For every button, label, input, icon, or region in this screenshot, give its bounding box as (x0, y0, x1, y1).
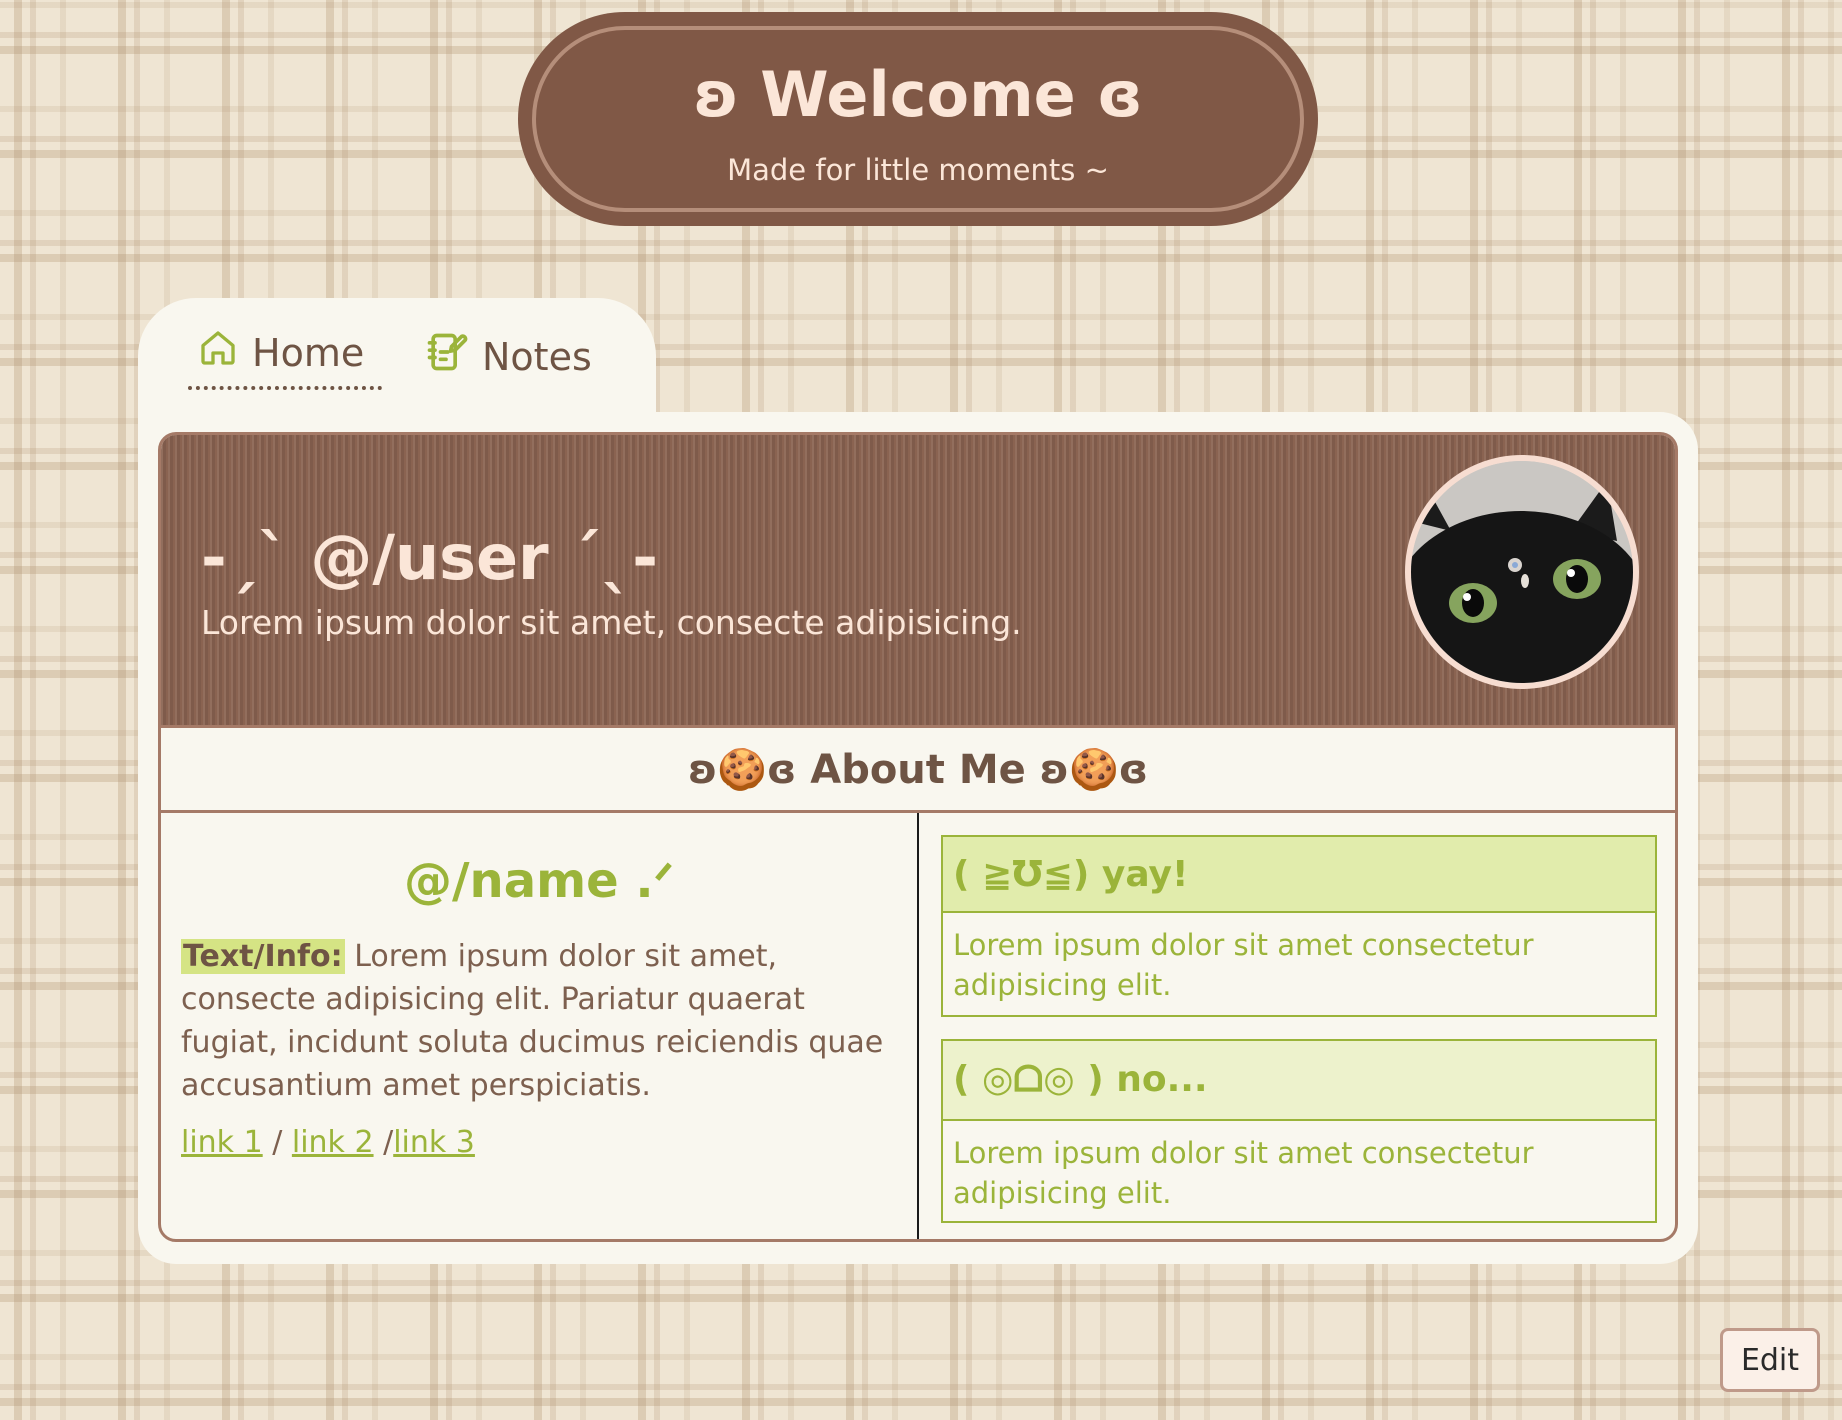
user-handle: -ˏˋ @/user ˊˎ- (201, 521, 658, 594)
tab-home-label: Home (252, 330, 365, 375)
link-separator: / (373, 1125, 394, 1160)
avatar (1405, 455, 1639, 689)
home-icon (198, 328, 252, 377)
no-box: ( ◎ᗝ◎ ) no... Lorem ipsum dolor sit amet… (941, 1039, 1657, 1223)
user-bio: Lorem ipsum dolor sit amet, consecte adi… (201, 603, 1022, 642)
no-title: ( ◎ᗝ◎ ) no... (943, 1041, 1655, 1121)
link-1[interactable]: link 1 (181, 1125, 263, 1160)
link-list: link 1 / link 2 /link 3 (181, 1125, 897, 1160)
link-2[interactable]: link 2 (292, 1125, 374, 1160)
profile-banner: -ˏˋ @/user ˊˎ- Lorem ipsum dolor sit ame… (161, 435, 1675, 728)
welcome-banner: ʚ Welcome ɞ Made for little moments ~ (518, 12, 1318, 226)
about-left-column: @/name .ᐟ Text/Info: Lorem ipsum dolor s… (181, 813, 897, 1160)
black-cat-photo (1411, 461, 1633, 683)
yay-title: ( ≧Ʊ≦) yay! (943, 837, 1655, 913)
link-separator: / (262, 1125, 292, 1160)
info-label: Text/Info: (181, 939, 345, 974)
tab-notes[interactable]: Notes (424, 330, 592, 383)
info-paragraph: Text/Info: Lorem ipsum dolor sit amet, c… (181, 935, 897, 1107)
column-divider (917, 813, 919, 1239)
no-text: Lorem ipsum dolor sit amet consectetur a… (953, 1136, 1534, 1210)
tab-home[interactable]: Home (198, 328, 364, 377)
yay-text: Lorem ipsum dolor sit amet consectetur a… (953, 928, 1534, 1002)
edit-button[interactable]: Edit (1720, 1328, 1820, 1392)
notebook-icon (424, 330, 482, 383)
active-tab-indicator (188, 386, 382, 390)
profile-panel: -ˏˋ @/user ˊˎ- Lorem ipsum dolor sit ame… (158, 432, 1678, 1242)
yay-box: ( ≧Ʊ≦) yay! Lorem ipsum dolor sit amet c… (941, 835, 1657, 1017)
about-me-heading: ʚ🍪ɞ About Me ʚ🍪ɞ (161, 728, 1675, 813)
link-3[interactable]: link 3 (393, 1125, 475, 1160)
name-title: @/name .ᐟ (404, 853, 674, 909)
tab-notes-label: Notes (482, 334, 592, 379)
welcome-title: ʚ Welcome ɞ (693, 58, 1143, 131)
welcome-subtitle: Made for little moments ~ (727, 153, 1109, 187)
